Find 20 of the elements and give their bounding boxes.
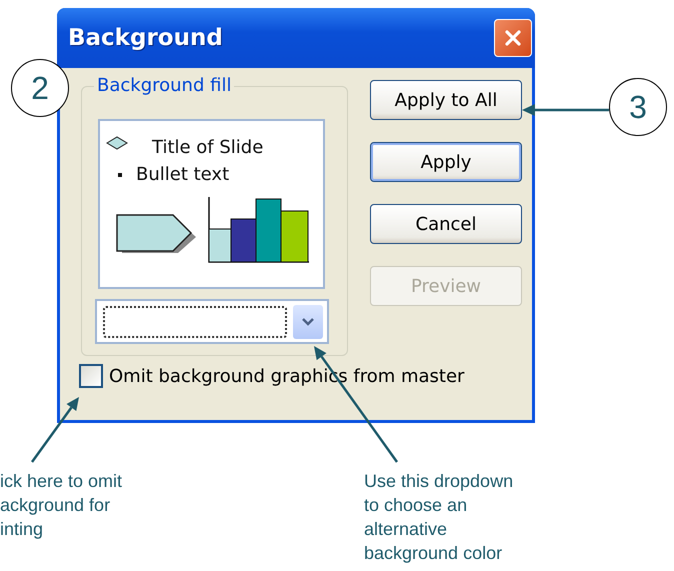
dialog-button[interactable]: Apply (370, 142, 522, 182)
slide-title-text: Title of Slide (152, 137, 264, 158)
close-icon (504, 29, 522, 47)
bullet-icon (118, 172, 122, 176)
annotation-text: Use this dropdown to choose an alternative background color (364, 470, 514, 565)
group-label: Background fill (94, 75, 234, 96)
bullet-text: Bullet text (136, 164, 230, 185)
dialog-button[interactable]: Apply to All (370, 80, 522, 120)
bar-chart-icon (208, 197, 310, 263)
color-dropdown[interactable] (95, 299, 329, 344)
checkbox[interactable] (79, 364, 103, 388)
diamond-icon (106, 136, 128, 150)
chevron-down-icon (302, 316, 314, 326)
callout-number: 2 (11, 59, 69, 117)
close-button[interactable] (494, 19, 532, 57)
dialog-button[interactable]: Cancel (370, 204, 522, 244)
callout-number: 3 (609, 78, 667, 136)
window-title: Background (68, 25, 223, 51)
annotation-text: ick here to omit ackground for inting (0, 470, 122, 541)
dropdown-button[interactable] (293, 304, 323, 338)
